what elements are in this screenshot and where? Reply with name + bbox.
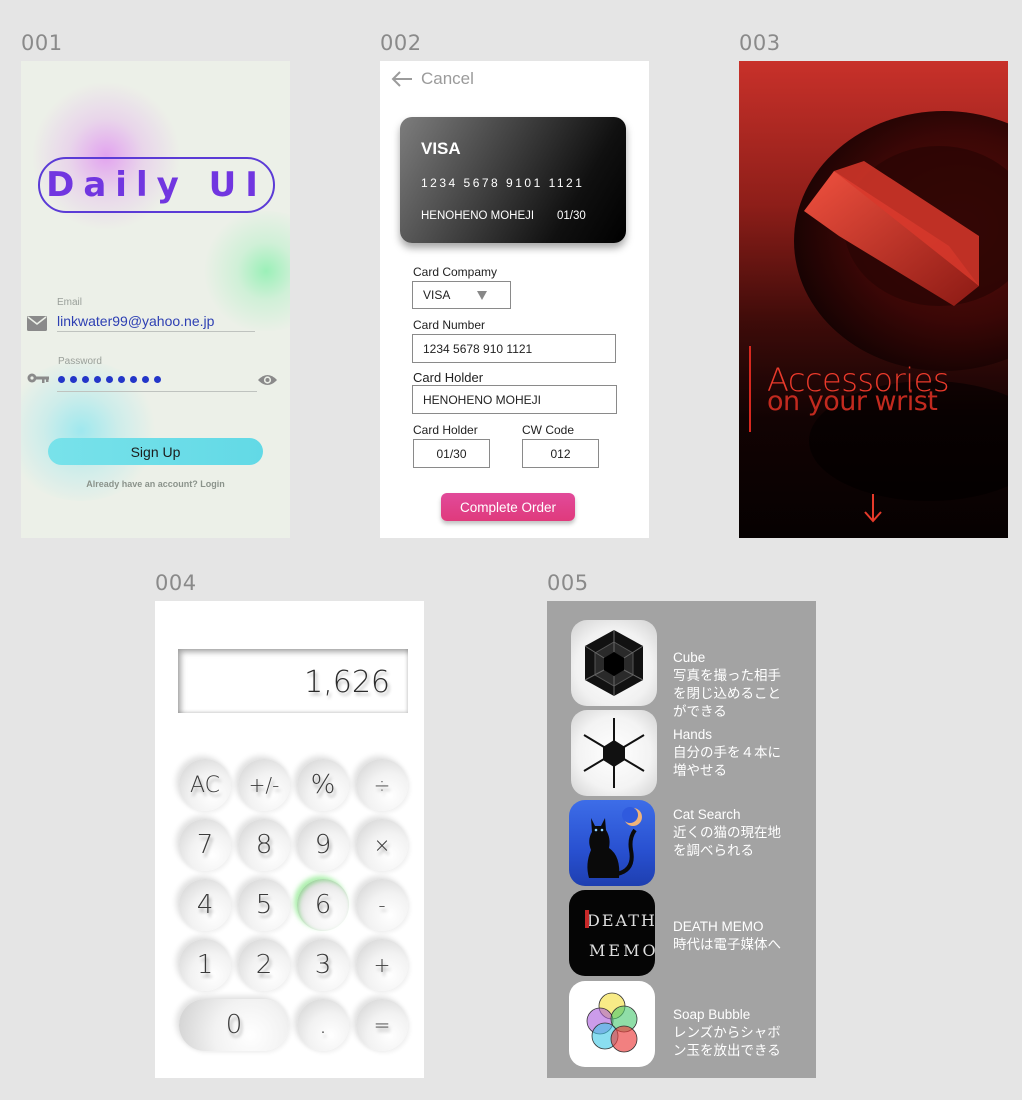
key-equals[interactable]: = [356,999,408,1051]
password-dot [130,376,137,383]
password-dot [94,376,101,383]
key-3[interactable]: 3 [297,939,349,991]
password-dot [106,376,113,383]
key-5[interactable]: 5 [238,879,290,931]
key-ac[interactable]: AC [179,759,231,811]
app-item-hands: Hands 自分の手を４本に 増やせる [673,726,813,780]
key-6[interactable]: 6 [297,879,349,931]
email-input[interactable]: linkwater99@yahoo.ne.jp [57,313,214,329]
frame-label-002: 002 [380,31,422,55]
death-memo-logo-line1: DEATH [587,911,655,930]
key-plus-minus[interactable]: +/- [238,759,290,811]
key-decimal[interactable]: . [297,999,349,1051]
key-2[interactable]: 2 [238,939,290,991]
calculator-screen: 1,626 AC +/- % ÷ 7 8 9 × 4 5 6 - 1 2 3 +… [155,601,424,1078]
sign-up-button[interactable]: Sign Up [48,438,263,465]
arrow-down-icon[interactable] [863,493,883,523]
cvc-input[interactable]: 012 [522,439,599,468]
credit-card: VISA 1234 5678 9101 1121 HENOHENO MOHEJI… [400,117,626,243]
key-0[interactable]: 0 [179,999,289,1051]
chevron-down-icon [477,291,487,300]
app-description: 自分の手を４本に 増やせる [673,745,781,778]
password-dot [154,376,161,383]
app-description: レンズからシャボ ン玉を放出できる [673,1025,781,1058]
mail-icon [27,316,47,331]
app-name: Soap Bubble [673,1007,751,1022]
calculator-display: 1,626 [178,649,408,713]
app-list-screen: Cube 写真を撮った相手 を閉じ込めること ができる Hands 自分の手を４… [547,601,816,1078]
card-expiry-display: 01/30 [557,210,586,222]
frame-label-005: 005 [547,571,589,595]
key-minus[interactable]: - [356,879,408,931]
card-holder-display: HENOHENO MOHEJI [421,210,535,222]
email-label: Email [57,297,83,308]
password-dot [70,376,77,383]
app-item-cube: Cube 写真を撮った相手 を閉じ込めること ができる [673,649,813,721]
key-7[interactable]: 7 [179,819,231,871]
card-company-value: VISA [423,288,451,302]
key-plus[interactable]: + [356,939,408,991]
key-percent[interactable]: % [297,759,349,811]
card-holder-input[interactable]: HENOHENO MOHEJI [412,385,617,414]
card-number-label: Card Number [413,318,486,332]
password-label: Password [58,356,102,367]
password-dot [118,376,125,383]
password-dot [58,376,65,383]
app-name: Cat Search [673,807,741,822]
accent-bar [749,346,751,432]
accessories-screen: Accessories on your wrist [739,61,1008,538]
frame-label-001: 001 [21,31,63,55]
signup-screen: Daily UI Email linkwater99@yahoo.ne.jp P… [21,61,290,538]
password-input[interactable] [58,376,161,383]
app-item-soap-bubble: Soap Bubble レンズからシャボ ン玉を放出できる [673,1006,813,1060]
card-brand: VISA [421,139,461,158]
app-name: Cube [673,650,706,665]
card-company-select[interactable]: VISA [412,281,511,309]
frame-label-004: 004 [155,571,197,595]
app-name: DEATH MEMO [673,919,764,934]
watch-photo [794,111,1008,501]
soap-bubble-icon[interactable] [569,981,655,1067]
key-multiply[interactable]: × [356,819,408,871]
app-description: 時代は電子媒体へ [673,937,781,952]
complete-order-button[interactable]: Complete Order [441,493,575,521]
daily-ui-logo: Daily UI [38,157,275,213]
card-number-input[interactable]: 1234 5678 910 1121 [412,334,616,363]
cvc-label: CW Code [522,423,575,437]
card-number-display: 1234 5678 9101 1121 [421,176,585,190]
login-link[interactable]: Already have an account? Login [21,479,290,489]
card-form-screen: Cancel VISA 1234 5678 9101 1121 HENOHENO… [380,61,649,538]
death-memo-icon[interactable]: DEATH MEMO [569,890,655,976]
frame-label-003: 003 [739,31,781,55]
key-9[interactable]: 9 [297,819,349,871]
cube-icon[interactable] [571,620,657,706]
accessories-subtitle: on your wrist [767,386,938,417]
app-description: 近くの猫の現在地 を調べられる [673,825,781,858]
card-holder-label: Card Holder [413,370,484,385]
expiry-input[interactable]: 01/30 [413,439,490,468]
password-underline [57,391,257,392]
key-4[interactable]: 4 [179,879,231,931]
arrow-left-icon [391,71,412,87]
expiry-label: Card Holder [413,423,478,437]
app-item-cat-search: Cat Search 近くの猫の現在地 を調べられる [673,806,813,860]
app-item-death-memo: DEATH MEMO 時代は電子媒体へ [673,918,813,954]
cancel-label: Cancel [421,69,474,88]
key-8[interactable]: 8 [238,819,290,871]
password-dot [82,376,89,383]
email-underline [57,331,255,332]
death-memo-logo-line2: MEMO [589,941,655,960]
key-1[interactable]: 1 [179,939,231,991]
password-dot [142,376,149,383]
app-description: 写真を撮った相手 を閉じ込めること ができる [673,668,781,719]
app-name: Hands [673,727,713,742]
key-divide[interactable]: ÷ [356,759,408,811]
key-icon [27,373,49,383]
card-company-label: Card Compamy [413,265,498,279]
cancel-button[interactable]: Cancel [391,69,474,89]
cat-icon[interactable] [569,800,655,886]
hands-icon[interactable] [571,710,657,796]
eye-icon[interactable] [257,373,278,387]
